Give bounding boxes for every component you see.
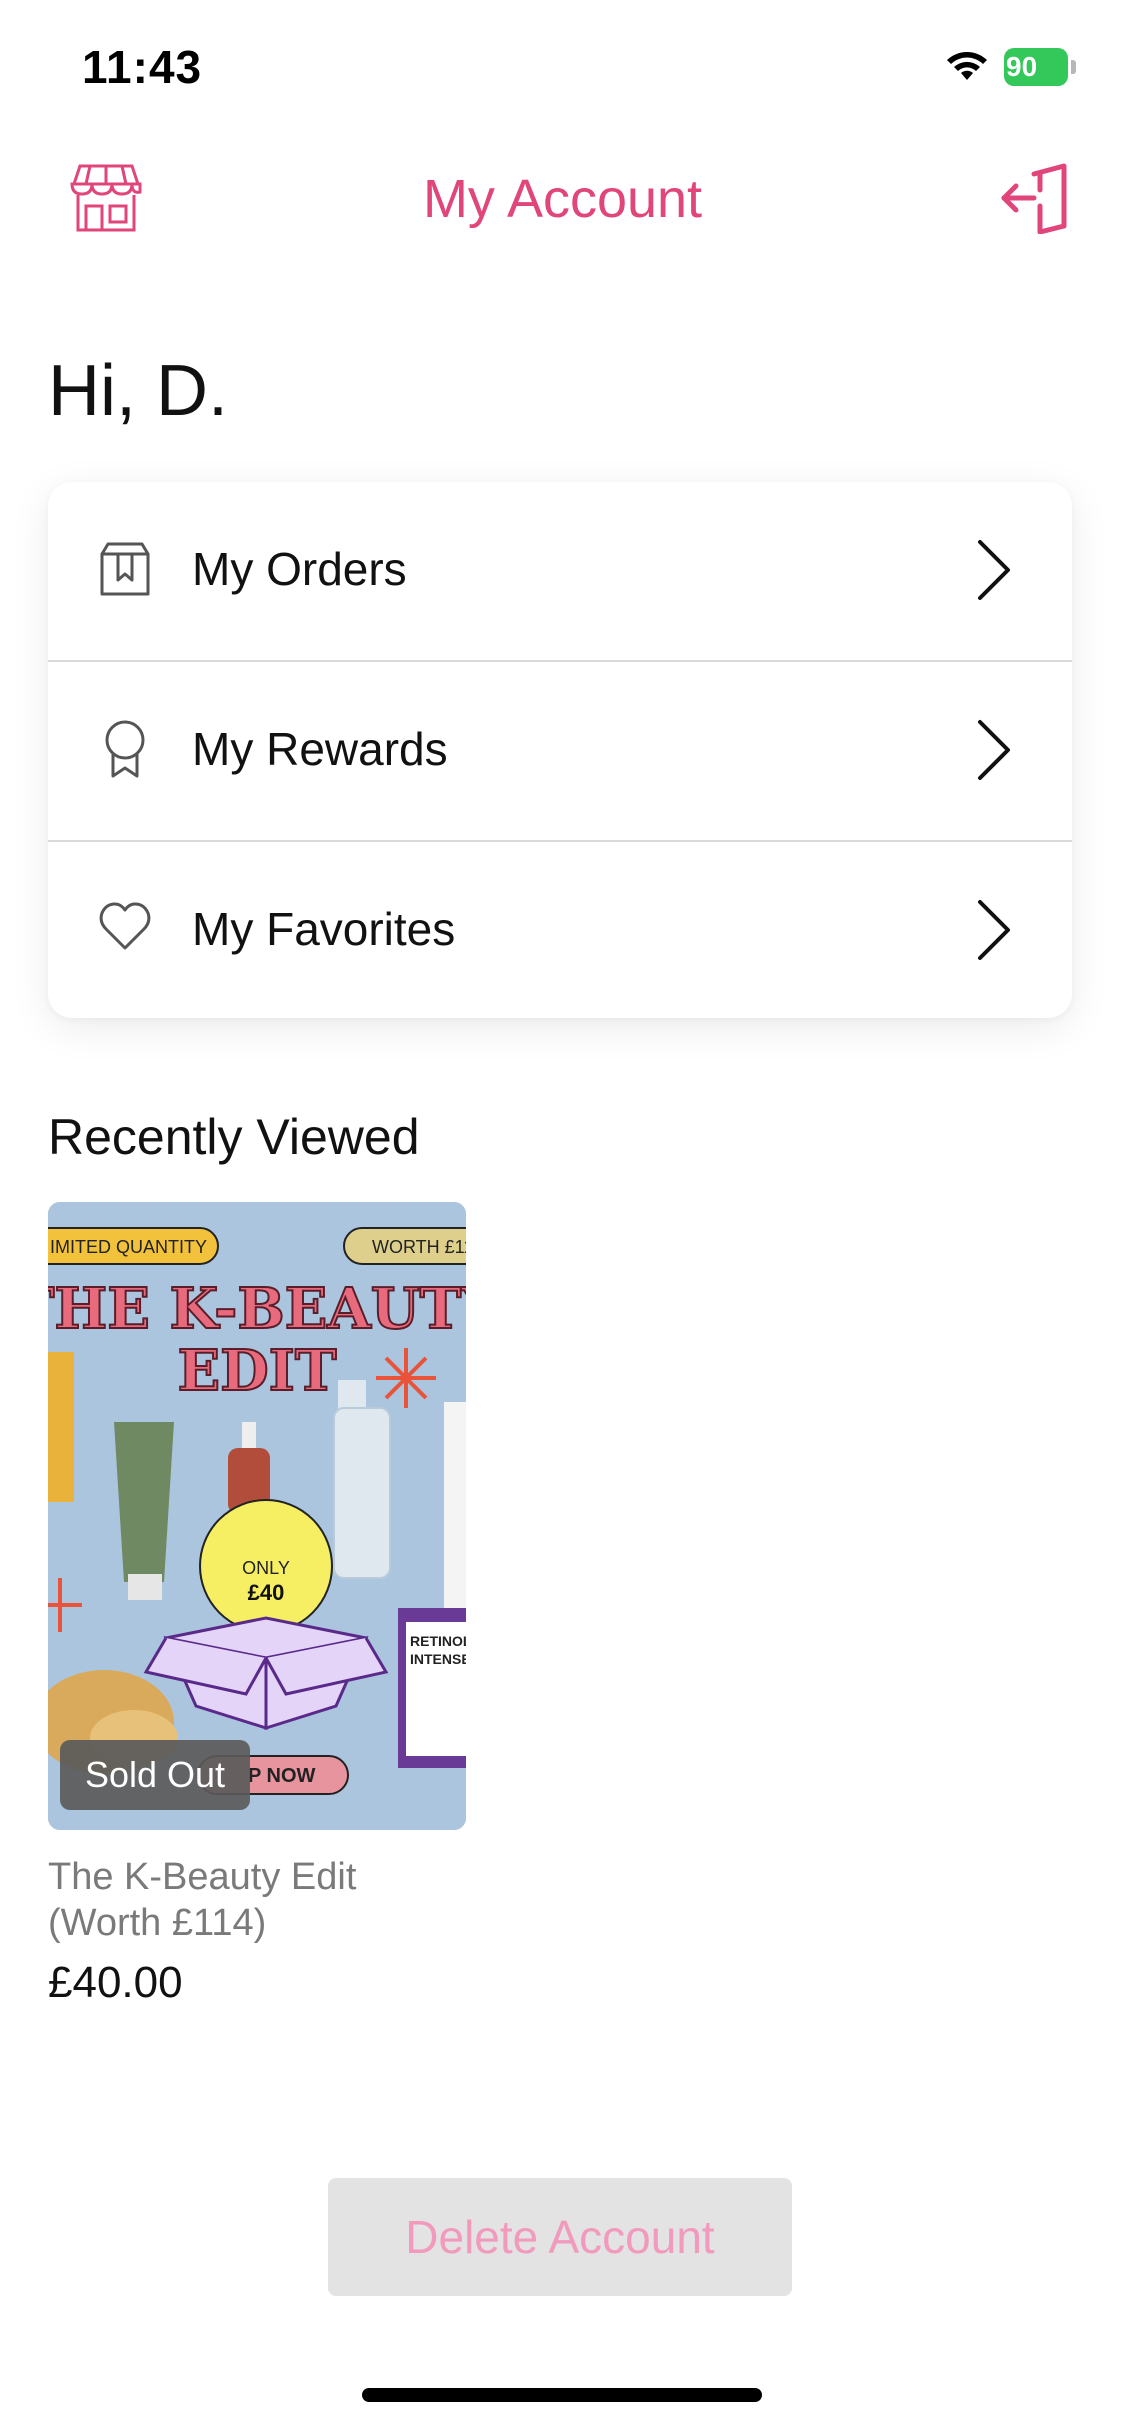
chevron-right-icon	[978, 900, 1010, 960]
product-name[interactable]: The K-Beauty Edit (Worth £114)	[48, 1854, 466, 1946]
rewards-badge-icon	[105, 720, 145, 778]
menu-item-label: My Favorites	[192, 903, 456, 955]
logout-icon[interactable]	[1000, 162, 1076, 234]
retinol-text: RETINOL	[410, 1633, 466, 1649]
product-bottle	[48, 1352, 74, 1502]
product-tube-cap	[128, 1574, 162, 1600]
battery-body: 90	[1004, 48, 1068, 86]
chevron-right-icon	[978, 540, 1010, 600]
product-toner-cap	[338, 1380, 366, 1410]
headline-line-2: EDIT	[177, 1338, 336, 1404]
menu-item-my-favorites[interactable]: My Favorites	[48, 842, 1072, 1018]
menu-item-label: My Orders	[192, 543, 407, 595]
headline-line-1: THE K-BEAUTY	[48, 1276, 466, 1342]
battery-indicator: 90	[1004, 48, 1076, 86]
product-artwork: IMITED QUANTITY WORTH £114 THE K-BEAUTY …	[48, 1202, 466, 1830]
account-menu: My Orders My Rewards My Favorites	[48, 482, 1072, 1018]
tag-worth: WORTH £114	[372, 1237, 466, 1257]
recently-viewed-title: Recently Viewed	[48, 1109, 420, 1165]
home-indicator[interactable]	[362, 2388, 762, 2402]
product-tube	[114, 1422, 174, 1582]
product-cream	[444, 1402, 466, 1612]
menu-item-my-rewards[interactable]: My Rewards	[48, 662, 1072, 840]
status-time: 11:43	[82, 41, 203, 93]
battery-level: 90	[1006, 51, 1038, 82]
shop-now-text: P NOW	[248, 1765, 316, 1787]
delete-account-button[interactable]: Delete Account	[328, 2178, 792, 2296]
product-image[interactable]: IMITED QUANTITY WORTH £114 THE K-BEAUTY …	[48, 1202, 466, 1830]
only-label: ONLY	[242, 1558, 290, 1578]
menu-item-label: My Rewards	[192, 723, 448, 775]
only-price: £40	[248, 1580, 285, 1605]
menu-item-my-orders[interactable]: My Orders	[48, 482, 1072, 660]
chevron-right-icon	[978, 720, 1010, 780]
product-toner	[333, 1407, 391, 1579]
heart-icon	[99, 902, 151, 950]
battery-cap	[1071, 60, 1076, 74]
status-bar: 11:43 90	[0, 0, 1125, 132]
page-title: My Account	[422, 169, 703, 229]
tag-limited-quantity: IMITED QUANTITY	[50, 1237, 207, 1257]
intense-text: INTENSE	[410, 1651, 466, 1667]
nav-bar: My Account	[0, 132, 1125, 262]
product-price: £40.00	[48, 1958, 183, 2007]
orders-box-icon	[100, 542, 150, 596]
product-dropper	[242, 1422, 256, 1452]
sold-out-badge: Sold Out	[60, 1740, 250, 1810]
greeting: Hi, D.	[48, 351, 228, 431]
wifi-icon	[947, 52, 987, 80]
